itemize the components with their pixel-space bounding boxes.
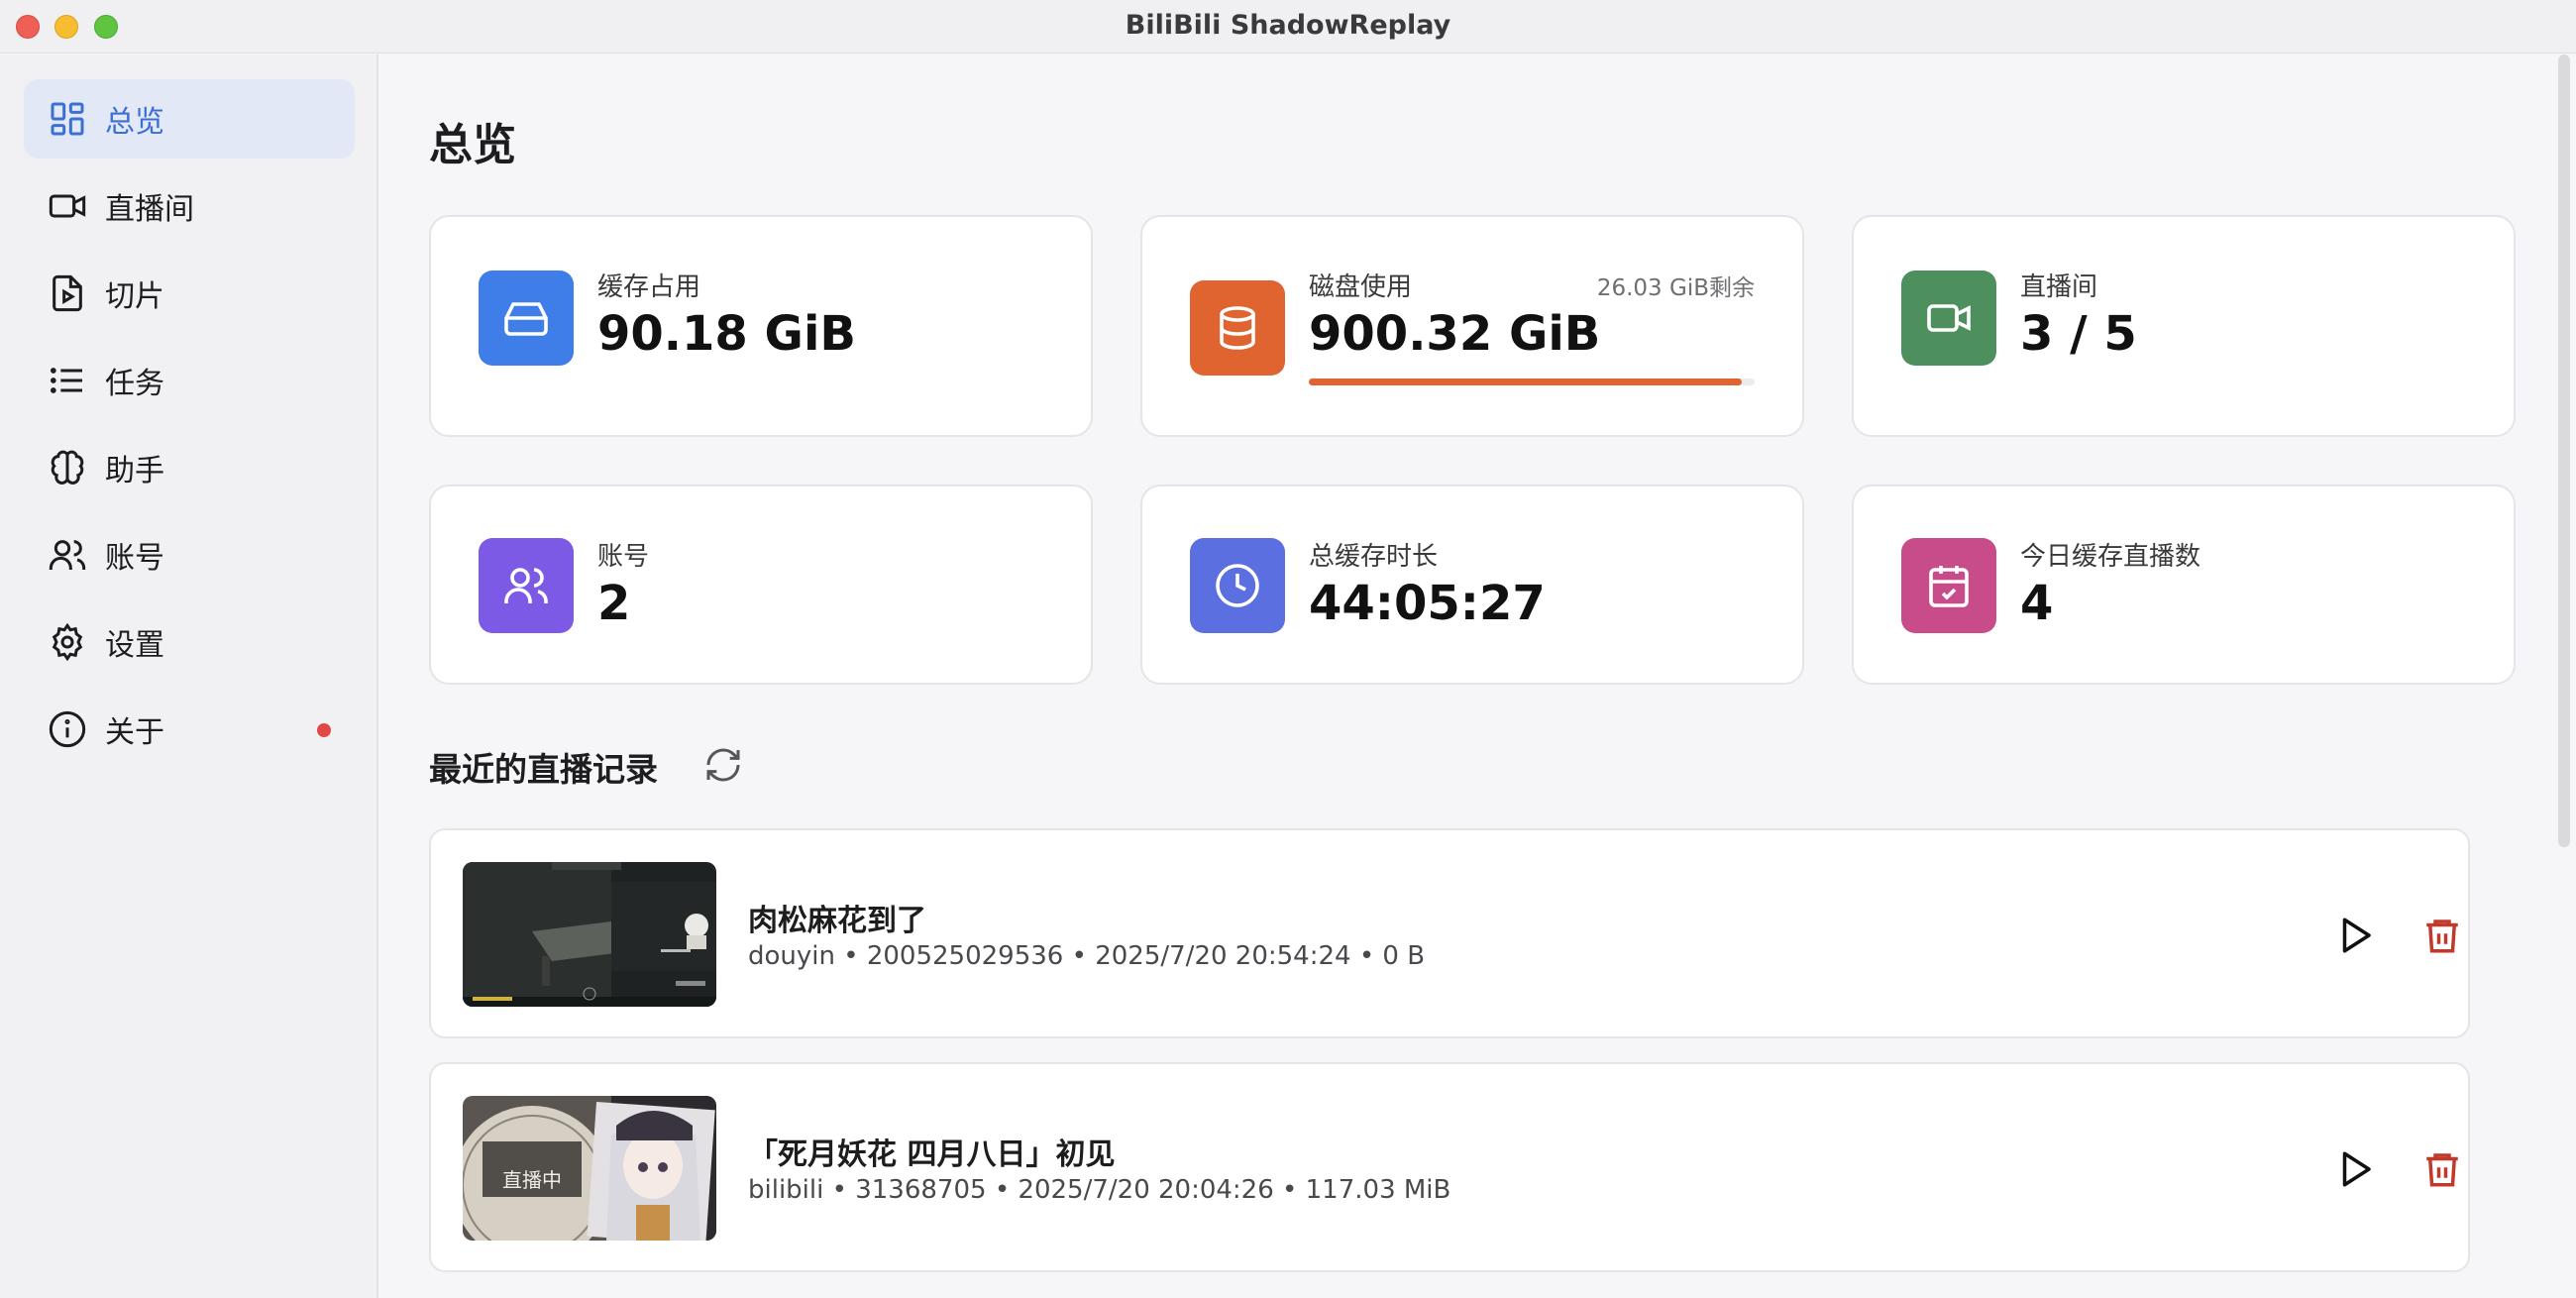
delete-button[interactable]	[2416, 1143, 2468, 1195]
notification-dot	[317, 723, 331, 737]
refresh-icon[interactable]	[703, 745, 743, 785]
users-icon	[49, 540, 86, 570]
stat-value: 2	[597, 576, 631, 631]
sidebar-item-about[interactable]: 关于	[24, 690, 355, 769]
stat-value: 44:05:27	[1309, 576, 1546, 631]
dashboard-icon	[51, 102, 84, 136]
stat-label: 账号	[597, 542, 650, 572]
sidebar-item-clips[interactable]: 切片	[24, 254, 355, 333]
sidebar-item-settings[interactable]: 设置	[24, 602, 355, 682]
video-camera-icon	[1901, 270, 1996, 366]
database-icon	[1190, 280, 1285, 376]
list-item[interactable]: 肉松麻花到了 douyin • 200525029536 • 2025/7/20…	[429, 828, 2470, 1038]
info-icon	[49, 710, 86, 748]
sidebar-item-overview[interactable]: 总览	[24, 79, 355, 159]
stat-label: 总缓存时长	[1309, 542, 1439, 572]
sidebar-item-label: 直播间	[105, 192, 194, 227]
stream-thumbnail: 直播中	[463, 1096, 716, 1241]
window-title: BiliBili ShadowReplay	[1125, 10, 1451, 41]
thumbnail-live-label: 直播中	[502, 1168, 562, 1192]
list-icon	[51, 368, 82, 393]
stat-value: 4	[2020, 576, 2054, 631]
stat-card-disk: 磁盘使用 26.03 GiB剩余 900.32 GiB	[1140, 215, 1804, 437]
video-camera-icon	[49, 194, 86, 218]
stat-card-rooms: 直播间 3 / 5	[1852, 215, 2516, 437]
sidebar-item-label: 任务	[105, 367, 164, 401]
stat-value: 900.32 GiB	[1309, 306, 1601, 362]
sidebar-item-label: 总览	[105, 105, 164, 140]
stat-card-cache: 缓存占用 90.18 GiB	[429, 215, 1093, 437]
play-icon	[2342, 918, 2371, 953]
file-video-icon	[53, 274, 82, 312]
stat-label: 直播间	[2020, 272, 2098, 302]
drive-icon	[479, 270, 574, 366]
gear-icon	[52, 622, 83, 662]
sidebar-item-label: 关于	[105, 715, 164, 750]
brain-icon	[51, 450, 84, 485]
stat-value: 3 / 5	[2020, 306, 2137, 362]
record-meta: douyin • 200525029536 • 2025/7/20 20:54:…	[748, 941, 1426, 971]
delete-button[interactable]	[2416, 910, 2468, 961]
stat-label: 今日缓存直播数	[2020, 542, 2201, 572]
stat-card-today: 今日缓存直播数 4	[1852, 485, 2516, 685]
title-bar: BiliBili ShadowReplay	[0, 0, 2576, 54]
users-icon	[479, 538, 574, 633]
recent-records-title: 最近的直播记录	[429, 750, 658, 789]
stat-value: 90.18 GiB	[597, 306, 856, 362]
play-button[interactable]	[2329, 1143, 2381, 1195]
sidebar-item-accounts[interactable]: 账号	[24, 515, 355, 595]
sidebar-item-label: 账号	[105, 541, 164, 576]
sidebar-item-label: 设置	[105, 628, 164, 663]
sidebar-item-tasks[interactable]: 任务	[24, 341, 355, 420]
main-scrollbar[interactable]	[2558, 54, 2570, 847]
main-content: 总览 缓存占用 90.18 GiB 磁盘使用 26.03 GiB剩余 900.3…	[379, 54, 2576, 1298]
sidebar-item-label: 助手	[105, 454, 164, 488]
disk-usage-bar-fill	[1309, 379, 1743, 385]
stat-label: 缓存占用	[597, 272, 701, 302]
clock-icon	[1190, 538, 1285, 633]
stat-label: 磁盘使用	[1309, 272, 1413, 302]
play-button[interactable]	[2329, 910, 2381, 961]
sidebar-item-assistant[interactable]: 助手	[24, 428, 355, 507]
record-title: 肉松麻花到了	[748, 904, 926, 938]
play-icon	[2342, 1151, 2371, 1187]
sidebar-item-rooms[interactable]: 直播间	[24, 166, 355, 246]
stat-card-duration: 总缓存时长 44:05:27	[1140, 485, 1804, 685]
disk-free-text: 26.03 GiB剩余	[1596, 275, 1755, 301]
trash-icon	[2426, 1153, 2458, 1187]
sidebar: 总览 直播间 切片 任务 助手 账号 设置 关于	[0, 54, 378, 1298]
record-title: 「死月妖花 四月八日」初见	[748, 1137, 1116, 1172]
record-meta: bilibili • 31368705 • 2025/7/20 20:04:26…	[748, 1175, 1451, 1205]
calendar-check-icon	[1901, 538, 1996, 633]
sidebar-item-label: 切片	[105, 279, 164, 314]
list-item[interactable]: 直播中 「死月妖花 四月八日」初见 bilibili • 31368705 • …	[429, 1062, 2470, 1272]
disk-usage-bar	[1309, 379, 1755, 385]
stat-card-accounts: 账号 2	[429, 485, 1093, 685]
trash-icon	[2426, 919, 2458, 953]
stream-thumbnail	[463, 862, 716, 1007]
page-title: 总览	[429, 120, 516, 170]
